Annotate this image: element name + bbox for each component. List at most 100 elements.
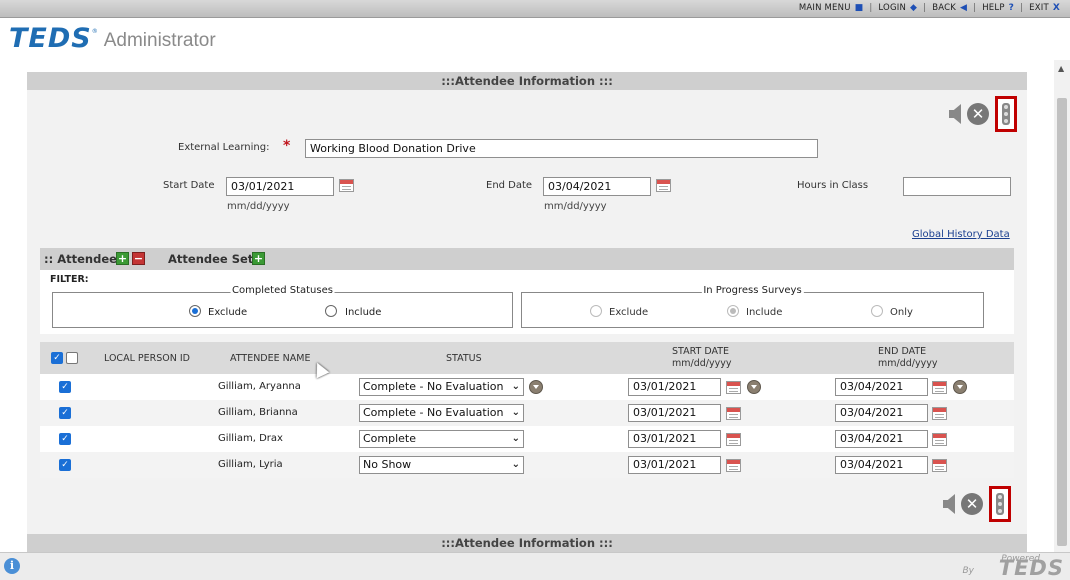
main-menu-link[interactable]: MAIN MENU ■ (799, 3, 864, 13)
end-date-calendar-icon[interactable] (656, 179, 671, 192)
row-start-date-input[interactable]: 03/01/2021 (628, 430, 721, 448)
chevron-down-icon: ⌄ (511, 381, 520, 392)
remove-attendee-icon[interactable]: − (132, 252, 145, 265)
help-link[interactable]: HELP ? (982, 3, 1014, 13)
in-progress-include-label: Include (746, 307, 783, 318)
in-progress-surveys-group: In Progress Surveys Exclude Include Only (521, 285, 984, 328)
table-row: ✓ Gilliam, Drax Complete ⌄ 03/01/2021 03… (40, 426, 1014, 452)
filter-area: FILTER: Completed Statuses Exclude Inclu… (40, 270, 1014, 334)
in-progress-exclude-radio[interactable] (590, 305, 602, 317)
attendee-label: :: Attendee (44, 252, 117, 266)
row-end-date-input[interactable]: 03/04/2021 (835, 456, 928, 474)
in-progress-exclude-label: Exclude (609, 307, 649, 318)
traffic-light-icon (996, 493, 1004, 515)
in-progress-include-radio[interactable] (727, 305, 739, 317)
start-date-header: START DATE (672, 346, 730, 357)
row-end-date-input[interactable]: 03/04/2021 (835, 430, 928, 448)
top-actions: ✕ (949, 96, 1017, 132)
end-date-header: END DATE (878, 346, 927, 357)
status-select[interactable]: Complete ⌄ (359, 430, 524, 448)
status-light-button[interactable] (989, 486, 1011, 522)
status-select[interactable]: No Show ⌄ (359, 456, 524, 474)
row-start-date-input[interactable]: 03/01/2021 (628, 378, 721, 396)
copy-end-date-down-icon[interactable] (953, 380, 967, 394)
add-attendee-icon[interactable]: + (116, 252, 129, 265)
row-checkbox[interactable]: ✓ (59, 407, 71, 419)
row-checkbox[interactable]: ✓ (59, 459, 71, 471)
start-date-input[interactable] (226, 177, 334, 196)
back-link[interactable]: BACK ◀ (932, 3, 967, 13)
chevron-down-icon: ⌄ (511, 407, 520, 418)
row-end-date-input[interactable]: 03/04/2021 (835, 404, 928, 422)
row-checkbox[interactable]: ✓ (59, 381, 71, 393)
section-title-bottom: :::Attendee Information ::: (27, 534, 1027, 552)
row-start-calendar-icon[interactable] (726, 407, 741, 420)
completed-include-radio[interactable] (325, 305, 337, 317)
deselect-all-checkbox[interactable] (66, 352, 78, 364)
status-header: STATUS (446, 353, 482, 364)
in-progress-surveys-legend: In Progress Surveys (701, 285, 804, 296)
bottom-actions: ✕ (943, 486, 1011, 522)
hours-in-class-input[interactable] (903, 177, 1011, 196)
top-nav: MAIN MENU ■ | LOGIN ◆ | BACK ◀ | HELP ? … (793, 3, 1060, 13)
row-end-date-input[interactable]: 03/04/2021 (835, 378, 928, 396)
login-icon: ◆ (910, 3, 918, 13)
app-footer: i Powered By TEDS (0, 552, 1070, 580)
vertical-scrollbar[interactable]: ▲ (1054, 60, 1070, 552)
row-end-calendar-icon[interactable] (932, 407, 947, 420)
select-all-checkbox[interactable]: ✓ (51, 352, 63, 364)
status-select[interactable]: Complete - No Evaluation ⌄ (359, 404, 524, 422)
completed-statuses-group: Completed Statuses Exclude Include (52, 285, 513, 328)
completed-exclude-radio[interactable] (189, 305, 201, 317)
row-start-calendar-icon[interactable] (726, 433, 741, 446)
attendee-name: Gilliam, Brianna (218, 407, 298, 418)
in-progress-only-radio[interactable] (871, 305, 883, 317)
row-checkbox[interactable]: ✓ (59, 433, 71, 445)
app-header: TEDS ® Administrator (0, 18, 1070, 60)
registered-mark: ® (91, 28, 98, 35)
completed-statuses-legend: Completed Statuses (230, 285, 335, 296)
global-history-link[interactable]: Global History Data (912, 229, 1010, 240)
copy-status-down-icon[interactable] (529, 380, 543, 394)
row-start-calendar-icon[interactable] (726, 381, 741, 394)
external-learning-label: External Learning: (178, 142, 270, 153)
row-start-date-input[interactable]: 03/01/2021 (628, 456, 721, 474)
back-arrow-icon[interactable] (949, 104, 961, 124)
login-link[interactable]: LOGIN ◆ (878, 3, 917, 13)
back-arrow-icon[interactable] (943, 494, 955, 514)
filter-label: FILTER: (50, 274, 89, 285)
cancel-icon[interactable]: ✕ (961, 493, 983, 515)
info-icon[interactable]: i (4, 558, 20, 574)
top-navigation-bar: MAIN MENU ■ | LOGIN ◆ | BACK ◀ | HELP ? … (0, 0, 1070, 18)
attendee-set-label: Attendee Set (168, 252, 254, 266)
start-date-calendar-icon[interactable] (339, 179, 354, 192)
help-icon: ? (1008, 3, 1015, 13)
row-end-calendar-icon[interactable] (932, 381, 947, 394)
external-learning-input[interactable] (305, 139, 818, 158)
attendee-grid-header: ✓ LOCAL PERSON ID ATTENDEE NAME STATUS S… (40, 342, 1014, 374)
add-attendee-set-icon[interactable]: + (252, 252, 265, 265)
cancel-icon[interactable]: ✕ (967, 103, 989, 125)
traffic-light-icon (1002, 103, 1010, 125)
completed-exclude-label: Exclude (208, 307, 248, 318)
start-date-hint: mm/dd/yyyy (227, 201, 290, 212)
in-progress-only-label: Only (890, 307, 913, 318)
row-start-date-input[interactable]: 03/01/2021 (628, 404, 721, 422)
chevron-down-icon: ⌄ (511, 459, 520, 470)
copy-start-date-down-icon[interactable] (747, 380, 761, 394)
row-end-calendar-icon[interactable] (932, 433, 947, 446)
end-date-input[interactable] (543, 177, 651, 196)
section-title-top: :::Attendee Information ::: (27, 72, 1027, 90)
exit-icon: X (1052, 3, 1060, 13)
row-end-calendar-icon[interactable] (932, 459, 947, 472)
nav-separator: | (869, 3, 873, 13)
scroll-thumb[interactable] (1057, 98, 1067, 546)
powered-by-label: By (962, 566, 974, 576)
exit-link[interactable]: EXIT X (1029, 3, 1060, 13)
required-asterisk: * (283, 138, 291, 154)
status-select[interactable]: Complete - No Evaluation ⌄ (359, 378, 524, 396)
row-start-calendar-icon[interactable] (726, 459, 741, 472)
scroll-up-icon[interactable]: ▲ (1058, 64, 1064, 73)
status-light-button[interactable] (995, 96, 1017, 132)
teds-logo: TEDS ® Administrator (9, 25, 216, 53)
